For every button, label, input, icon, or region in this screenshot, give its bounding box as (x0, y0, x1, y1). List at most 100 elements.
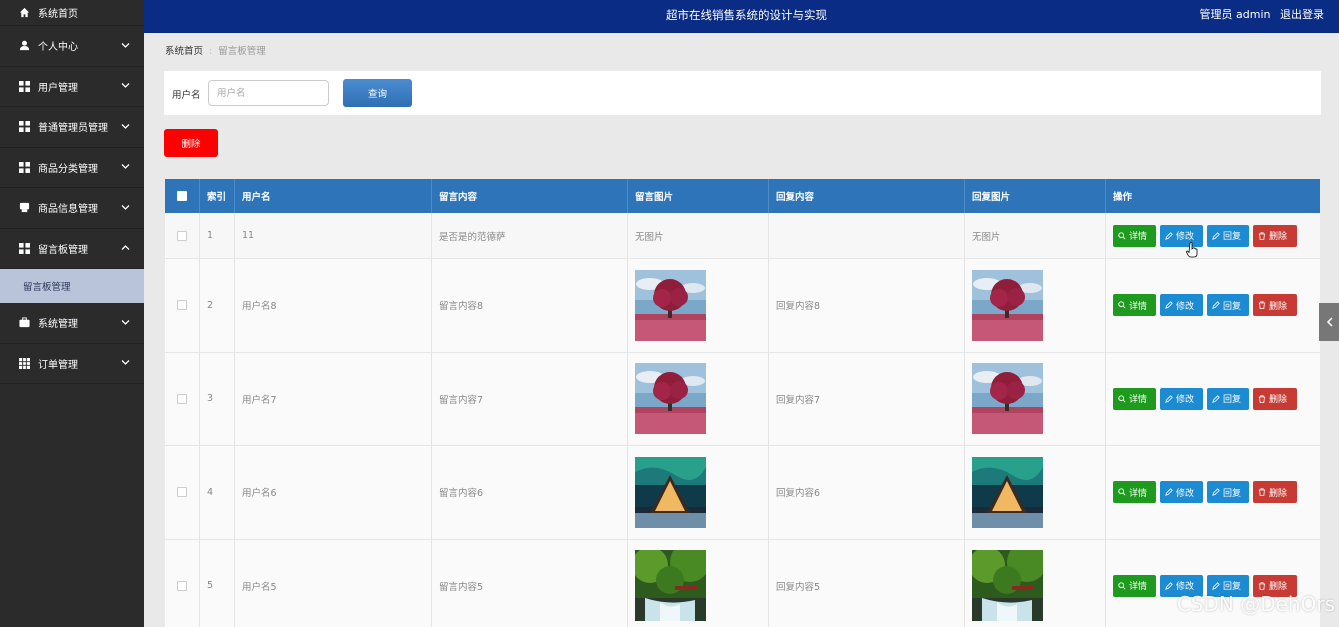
watermark: CSDN @DehOrs (1176, 592, 1335, 616)
message-image-cell (628, 352, 769, 445)
message-image-cell (628, 446, 769, 539)
reply-image-cell (965, 539, 1106, 627)
message-table: 索引 用户名 留言内容 留言图片 回复内容 回复图片 操作 1 11 是否是的范… (165, 179, 1320, 627)
side-panel-toggle[interactable] (1319, 303, 1339, 341)
column-header: 回复图片 (965, 179, 1106, 213)
edit-icon (1165, 394, 1173, 403)
reply-image[interactable] (972, 457, 1043, 528)
ops-cell: 详情 修改 回复 删除 (1106, 446, 1320, 539)
reply-cell: 回复内容6 (769, 446, 965, 539)
sidebar-subitem-message-board[interactable]: 留言板管理 (0, 269, 144, 303)
row-checkbox[interactable] (177, 393, 187, 404)
sidebar-item-label: 普通管理员管理 (38, 123, 108, 135)
edit-icon (1212, 488, 1220, 497)
breadcrumb: 系统首页: 留言板管理 (165, 43, 266, 57)
username-cell: 用户名7 (235, 352, 432, 445)
printer-icon (18, 202, 30, 214)
chevron-left-icon (1326, 317, 1333, 327)
reply-button[interactable]: 回复 (1207, 387, 1249, 410)
edit-icon (1212, 581, 1220, 590)
user-icon (18, 40, 30, 52)
sidebar-item-messages[interactable]: 留言板管理 (0, 229, 144, 269)
detail-button[interactable]: 详情 (1113, 387, 1156, 410)
edit-button[interactable]: 修改 (1160, 387, 1203, 410)
reply-cell: 回复内容5 (769, 539, 965, 627)
batch-delete-button[interactable]: 删除 (164, 129, 218, 157)
breadcrumb-home[interactable]: 系统首页 (165, 46, 203, 57)
query-button[interactable]: 查询 (343, 79, 412, 107)
column-header: 留言内容 (432, 179, 628, 213)
table-header: 索引 用户名 留言内容 留言图片 回复内容 回复图片 操作 (165, 179, 1320, 213)
grid-icon (18, 161, 30, 173)
row-checkbox[interactable] (177, 487, 187, 498)
row-checkbox[interactable] (177, 300, 187, 311)
chevron-down-icon (121, 358, 130, 369)
delete-button[interactable]: 删除 (1253, 387, 1297, 410)
edit-button[interactable]: 修改 (1160, 481, 1203, 504)
detail-button[interactable]: 详情 (1113, 224, 1156, 247)
delete-button[interactable]: 删除 (1253, 294, 1297, 317)
briefcase-icon (18, 317, 30, 329)
edit-icon (1165, 231, 1173, 240)
reply-cell: 回复内容7 (769, 352, 965, 445)
app-title: 超市在线销售系统的设计与实现 (666, 8, 827, 22)
message-image[interactable] (635, 457, 706, 528)
sidebar-item-home[interactable]: 系统首页 (0, 0, 144, 26)
message-image[interactable] (635, 363, 706, 434)
reply-label: 回复 (1223, 232, 1242, 242)
index-cell: 3 (200, 352, 235, 445)
detail-button[interactable]: 详情 (1113, 574, 1156, 597)
sidebar-item-orders[interactable]: 订单管理 (0, 344, 144, 384)
message-image[interactable] (635, 270, 706, 341)
sidebar-item-admins[interactable]: 普通管理员管理 (0, 107, 144, 148)
detail-button[interactable]: 详情 (1113, 481, 1156, 504)
row-select-cell (165, 446, 200, 539)
select-all-cell (165, 179, 200, 213)
table-row: 3 用户名7 留言内容7 回复内容7 详情 修改 回复 删除 (165, 352, 1320, 446)
column-header: 留言图片 (628, 179, 769, 213)
message-image[interactable] (635, 550, 706, 621)
edit-label: 修改 (1176, 582, 1195, 593)
delete-label: 删除 (1269, 582, 1288, 593)
chevron-up-icon (121, 243, 130, 254)
sidebar-item-categories[interactable]: 商品分类管理 (0, 148, 144, 188)
reply-label: 回复 (1223, 301, 1242, 312)
reply-button[interactable]: 回复 (1207, 224, 1249, 247)
row-select-cell (165, 539, 200, 627)
reply-image[interactable] (972, 550, 1043, 621)
grid-icon (18, 121, 30, 133)
delete-button[interactable]: 删除 (1253, 481, 1297, 504)
message-cell: 留言内容6 (432, 446, 628, 539)
trash-icon (1258, 395, 1266, 403)
detail-label: 详情 (1129, 582, 1148, 593)
user-area: 管理员 admin 退出登录 (1194, 6, 1324, 22)
username-search-input[interactable] (208, 80, 329, 106)
row-checkbox[interactable] (177, 580, 187, 591)
breadcrumb-current: 留言板管理 (218, 46, 266, 57)
sidebar-item-products[interactable]: 商品信息管理 (0, 188, 144, 229)
home-icon (18, 7, 30, 19)
delete-label: 删除 (1269, 488, 1288, 499)
sidebar-item-users[interactable]: 用户管理 (0, 67, 144, 107)
row-checkbox[interactable] (177, 230, 187, 241)
reply-button[interactable]: 回复 (1207, 481, 1249, 504)
reply-button[interactable]: 回复 (1207, 294, 1249, 317)
edit-icon (1212, 301, 1220, 310)
reply-image[interactable] (972, 270, 1043, 341)
table-row: 5 用户名5 留言内容5 回复内容5 详情 修改 回复 删除 (165, 539, 1320, 627)
search-panel: 用户名 查询 (164, 71, 1321, 115)
sidebar-item-profile[interactable]: 个人中心 (0, 26, 144, 67)
edit-label: 修改 (1176, 488, 1195, 499)
chevron-down-icon (121, 121, 130, 132)
edit-button[interactable]: 修改 (1160, 294, 1203, 317)
index-cell: 5 (200, 539, 235, 627)
sidebar-item-system[interactable]: 系统管理 (0, 303, 144, 344)
logout-link[interactable]: 退出登录 (1280, 8, 1324, 21)
select-all-checkbox[interactable] (177, 191, 187, 201)
ops-cell: 详情 修改 回复 删除 (1106, 213, 1320, 258)
reply-image[interactable] (972, 363, 1043, 434)
delete-button[interactable]: 删除 (1253, 224, 1297, 247)
trash-icon (1258, 301, 1266, 310)
sidebar-item-label: 订单管理 (38, 359, 78, 371)
detail-button[interactable]: 详情 (1113, 294, 1156, 317)
